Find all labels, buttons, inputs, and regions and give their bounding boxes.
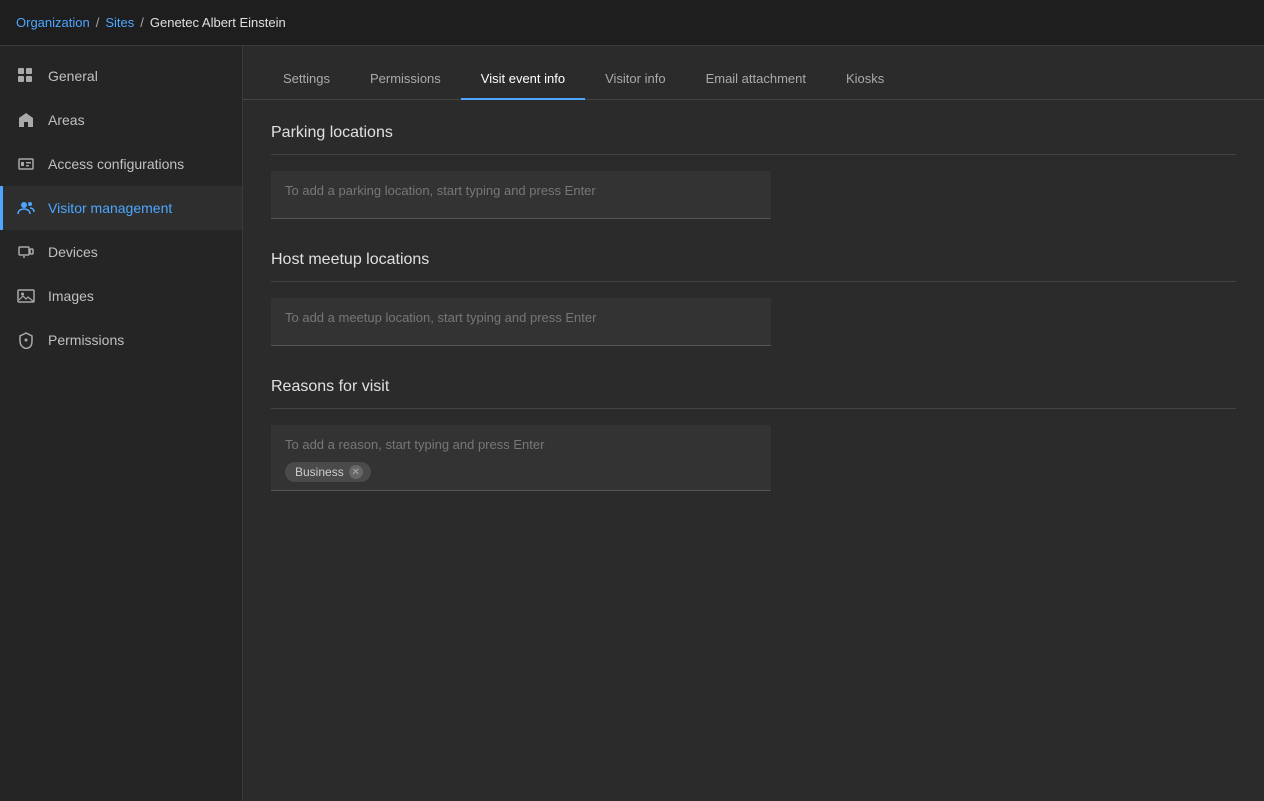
main-content: Parking locations Host meetup locations … xyxy=(243,100,1264,801)
tab-permissions[interactable]: Permissions xyxy=(350,59,461,100)
tab-kiosks[interactable]: Kiosks xyxy=(826,59,904,100)
parking-input-container xyxy=(271,171,771,219)
reasons-input[interactable] xyxy=(285,433,757,456)
images-icon xyxy=(16,286,36,306)
tag-business: Business ✕ xyxy=(285,462,371,482)
meetup-title: Host meetup locations xyxy=(271,251,1236,269)
tag-business-label: Business xyxy=(295,465,344,479)
parking-title: Parking locations xyxy=(271,124,1236,142)
sidebar-item-general[interactable]: General xyxy=(0,54,242,98)
breadcrumb-sep2: / xyxy=(140,15,144,30)
sidebar-label-general: General xyxy=(48,68,98,84)
permissions-icon xyxy=(16,330,36,350)
sidebar-label-access: Access configurations xyxy=(48,156,184,172)
sidebar-label-visitor: Visitor management xyxy=(48,200,172,216)
breadcrumb-sites[interactable]: Sites xyxy=(105,15,134,30)
parking-input[interactable] xyxy=(285,179,757,202)
tab-settings[interactable]: Settings xyxy=(263,59,350,100)
content-area: Settings Permissions Visit event info Vi… xyxy=(243,46,1264,801)
sidebar-label-devices: Devices xyxy=(48,244,98,260)
tab-visit-event-info[interactable]: Visit event info xyxy=(461,59,585,100)
meetup-input-container xyxy=(271,298,771,346)
access-icon xyxy=(16,154,36,174)
sidebar: General Areas Access configurations xyxy=(0,46,243,801)
sidebar-label-permissions: Permissions xyxy=(48,332,124,348)
breadcrumb-sep1: / xyxy=(96,15,100,30)
meetup-divider xyxy=(271,281,1236,282)
reasons-section: Reasons for visit Business ✕ xyxy=(271,378,1236,491)
reasons-divider xyxy=(271,408,1236,409)
areas-icon xyxy=(16,110,36,130)
tab-email-attachment[interactable]: Email attachment xyxy=(686,59,826,100)
top-bar: Organization / Sites / Genetec Albert Ei… xyxy=(0,0,1264,46)
sidebar-item-devices[interactable]: Devices xyxy=(0,230,242,274)
sidebar-item-permissions[interactable]: Permissions xyxy=(0,318,242,362)
parking-section: Parking locations xyxy=(271,124,1236,219)
sidebar-item-images[interactable]: Images xyxy=(0,274,242,318)
parking-divider xyxy=(271,154,1236,155)
devices-icon xyxy=(16,242,36,262)
breadcrumb-org[interactable]: Organization xyxy=(16,15,90,30)
sidebar-label-areas: Areas xyxy=(48,112,85,128)
reasons-title: Reasons for visit xyxy=(271,378,1236,396)
sidebar-item-areas[interactable]: Areas xyxy=(0,98,242,142)
reasons-tags: Business ✕ xyxy=(285,462,757,482)
tabs-bar: Settings Permissions Visit event info Vi… xyxy=(243,46,1264,100)
sidebar-item-visitor-management[interactable]: Visitor management xyxy=(0,186,242,230)
breadcrumb-current: Genetec Albert Einstein xyxy=(150,15,286,30)
reasons-input-container: Business ✕ xyxy=(271,425,771,491)
breadcrumb: Organization / Sites / Genetec Albert Ei… xyxy=(16,15,286,30)
sidebar-item-access-configurations[interactable]: Access configurations xyxy=(0,142,242,186)
grid-icon xyxy=(16,66,36,86)
visitor-icon xyxy=(16,198,36,218)
tag-business-close[interactable]: ✕ xyxy=(349,465,363,479)
meetup-section: Host meetup locations xyxy=(271,251,1236,346)
meetup-input[interactable] xyxy=(285,306,757,329)
main-layout: General Areas Access configurations xyxy=(0,46,1264,801)
sidebar-label-images: Images xyxy=(48,288,94,304)
tab-visitor-info[interactable]: Visitor info xyxy=(585,59,685,100)
